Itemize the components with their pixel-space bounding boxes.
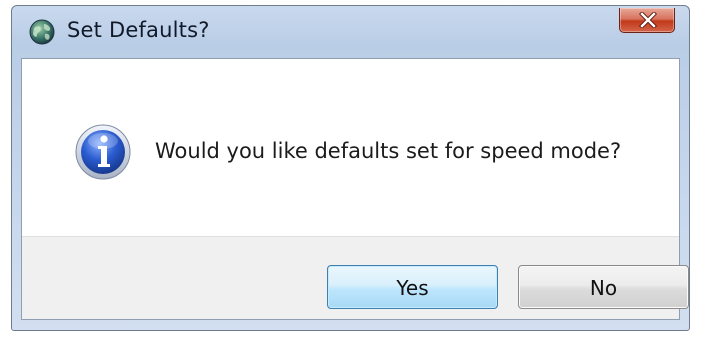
window-title: Set Defaults? <box>67 18 210 42</box>
dialog-message: Would you like defaults set for speed mo… <box>155 139 622 163</box>
yes-button[interactable]: Yes <box>327 265 498 309</box>
no-button[interactable]: No <box>518 265 689 309</box>
close-button[interactable] <box>619 8 675 33</box>
dialog-window: Set Defaults? Would you like defaults se… <box>11 5 690 331</box>
globe-app-icon <box>29 19 55 45</box>
message-area: Would you like defaults set for speed mo… <box>22 59 679 236</box>
info-icon <box>75 124 131 180</box>
button-bar: Yes No <box>22 236 689 319</box>
title-bar[interactable]: Set Defaults? <box>12 6 689 58</box>
dialog-content: Would you like defaults set for speed mo… <box>21 58 689 320</box>
